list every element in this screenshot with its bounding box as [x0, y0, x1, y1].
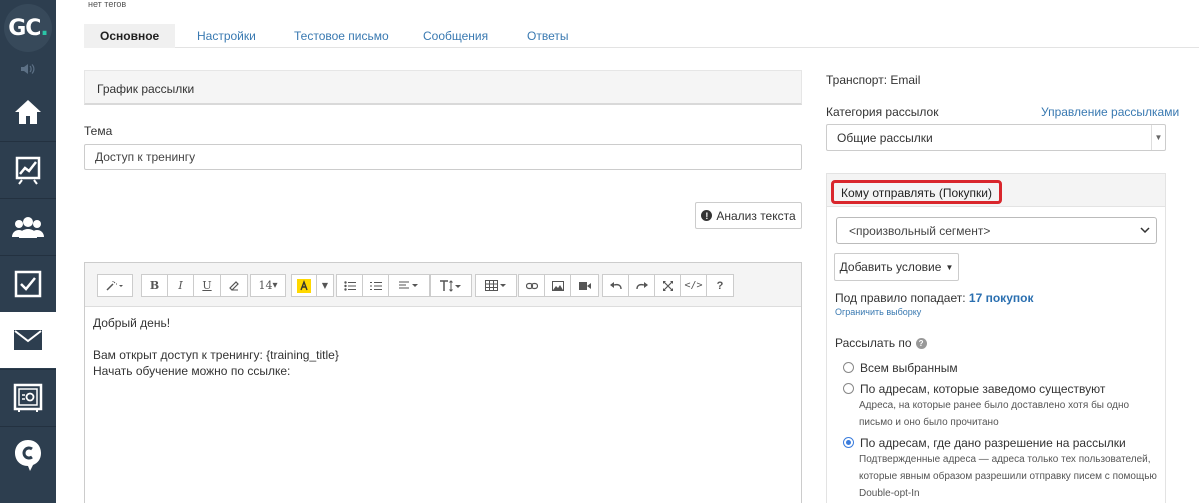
limit-selection-link[interactable]: Ограничить выборку — [835, 307, 921, 317]
radio-label: По адресам, где дано разрешение на рассы… — [860, 436, 1126, 450]
tab-messages[interactable]: Сообщения — [407, 24, 504, 48]
users-icon — [12, 216, 44, 238]
caret-down-icon: ▼ — [945, 262, 954, 272]
editor-line: Вам открыт доступ к тренингу: {training_… — [93, 348, 339, 362]
segment-value: <произвольный сегмент> — [849, 224, 991, 238]
numbered-list-icon[interactable] — [363, 275, 389, 296]
nav-users[interactable] — [0, 198, 56, 254]
chevron-down-icon — [1140, 225, 1150, 236]
undo-icon[interactable] — [603, 275, 629, 296]
bullet-list-icon[interactable] — [337, 275, 363, 296]
radio-button[interactable] — [843, 383, 854, 394]
nav-stats[interactable] — [0, 141, 56, 197]
safe-icon — [13, 383, 43, 412]
color-dropdown-icon[interactable]: ▼ — [317, 275, 333, 296]
rule-summary: Под правило попадает: 17 покупок — [835, 291, 1033, 305]
add-condition-label: Добавить условие — [839, 260, 942, 274]
align-dropdown-icon[interactable] — [389, 275, 429, 296]
logo[interactable]: GC. — [0, 0, 56, 56]
chat-icon — [15, 439, 41, 471]
tasks-icon — [14, 270, 42, 297]
subject-label: Тема — [84, 124, 113, 138]
help-icon[interactable]: ? — [707, 275, 733, 296]
speaker-icon[interactable] — [0, 56, 56, 82]
tab-test-letter[interactable]: Тестовое письмо — [278, 24, 405, 48]
editor-content[interactable]: Добрый день! Вам открыт доступ к тренинг… — [93, 315, 339, 379]
radio-description: Подтвержденные адреса — адреса только те… — [859, 454, 1157, 499]
tab-main[interactable]: Основное — [84, 24, 176, 48]
highlight-color-icon[interactable] — [292, 275, 317, 296]
radio-button[interactable] — [843, 362, 854, 373]
transport-label: Транспорт: Email — [826, 73, 921, 87]
nav-tasks[interactable] — [0, 255, 56, 311]
underline-icon[interactable]: U — [194, 275, 221, 296]
text-height-icon[interactable] — [431, 275, 471, 296]
send-by-label: Рассылать по ? — [835, 336, 927, 350]
question-icon[interactable]: ? — [915, 337, 927, 349]
info-icon: ! — [701, 210, 713, 221]
caret-down-icon: ▼ — [1151, 125, 1165, 150]
radio-label: Всем выбранным — [860, 361, 958, 375]
mail-icon — [14, 330, 42, 350]
tab-settings[interactable]: Настройки — [181, 24, 272, 48]
radio-existing-addresses[interactable]: По адресам, которые заведомо существуют — [843, 382, 1105, 396]
editor-toolbar: B I U 14 ▾ ▼ </> ? — [85, 263, 801, 307]
nav-chat[interactable] — [0, 426, 56, 482]
category-value: Общие рассылки — [837, 131, 933, 145]
logo-dot: . — [40, 15, 48, 41]
tab-replies[interactable]: Ответы — [511, 24, 584, 48]
analyze-text-label: Анализ текста — [716, 208, 796, 223]
fullscreen-icon[interactable] — [655, 275, 681, 296]
recipients-panel: Кому отправлять (Покупки) <произвольный … — [826, 173, 1166, 503]
table-icon[interactable] — [476, 275, 516, 296]
editor-line: Добрый день! — [93, 316, 171, 330]
radio-description: Адреса, на которые ранее было доставлено… — [859, 400, 1130, 428]
editor-line — [93, 331, 339, 347]
link-icon[interactable] — [519, 275, 545, 296]
schedule-panel-header[interactable]: График рассылки — [84, 70, 802, 105]
image-icon[interactable] — [545, 275, 571, 296]
nav-safe[interactable] — [0, 369, 56, 425]
logo-text: GC — [8, 15, 41, 41]
radio-all-selected[interactable]: Всем выбранным — [843, 361, 958, 375]
home-icon — [15, 100, 41, 124]
category-select[interactable]: Общие рассылки ▼ — [826, 124, 1166, 151]
category-label: Категория рассылок — [826, 105, 939, 119]
code-view-icon[interactable]: </> — [681, 275, 707, 296]
italic-icon[interactable]: I — [168, 275, 194, 296]
eraser-icon[interactable] — [221, 275, 247, 296]
radio-label: По адресам, которые заведомо существуют — [860, 382, 1106, 396]
rule-count[interactable]: 17 покупок — [969, 291, 1034, 305]
analyze-text-button[interactable]: ! Анализ текста — [695, 202, 802, 229]
tabs-bar: Основное Настройки Тестовое письмо Сообщ… — [84, 24, 1199, 48]
add-condition-button[interactable]: Добавить условие ▼ — [834, 253, 959, 281]
font-size-select[interactable]: 14 ▾ — [251, 275, 285, 296]
redo-icon[interactable] — [629, 275, 655, 296]
rule-text: Под правило попадает: — [835, 291, 966, 305]
recipients-title[interactable]: Кому отправлять (Покупки) — [831, 180, 1002, 204]
manage-mailings-link[interactable]: Управление рассылками — [1041, 105, 1179, 119]
nav-mail[interactable] — [0, 312, 56, 368]
radio-permitted-addresses[interactable]: По адресам, где дано разрешение на рассы… — [843, 436, 1126, 450]
tags-note: нет тегов — [88, 0, 127, 9]
send-by-text: Рассылать по — [835, 336, 912, 350]
video-icon[interactable] — [571, 275, 598, 296]
font-size-value: 14 — [258, 279, 273, 292]
magic-wand-icon[interactable] — [98, 275, 132, 296]
message-editor: B I U 14 ▾ ▼ </> ? Добрый день! Вам откр… — [84, 262, 802, 503]
radio-button-checked[interactable] — [843, 437, 854, 448]
editor-line: Начать обучение можно по ссылке: — [93, 364, 291, 378]
subject-input[interactable]: Доступ к тренингу — [84, 144, 802, 170]
nav-home[interactable] — [0, 84, 56, 140]
chart-icon — [15, 156, 41, 185]
bold-icon[interactable]: B — [142, 275, 168, 296]
recipients-panel-header: Кому отправлять (Покупки) — [827, 174, 1165, 207]
sidebar: GC. — [0, 0, 56, 503]
segment-select[interactable]: <произвольный сегмент> — [836, 217, 1157, 244]
